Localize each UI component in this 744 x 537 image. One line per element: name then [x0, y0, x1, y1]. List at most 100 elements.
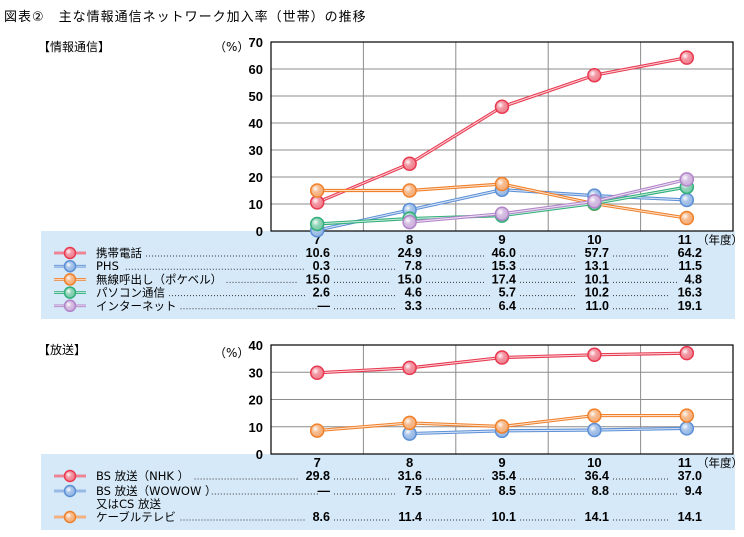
data-point: [402, 360, 417, 376]
data-point-shine: [681, 422, 693, 435]
x-tick-label: 8: [406, 455, 413, 470]
data-value: 4.6: [405, 286, 422, 300]
data-point: [679, 172, 695, 187]
legend-marker: [63, 484, 77, 498]
data-value: 46.0: [492, 246, 516, 260]
data-point-shine: [403, 158, 416, 170]
data-value: 10.6: [306, 246, 330, 260]
data-point-shine: [681, 409, 693, 422]
y-tick-label: 30: [249, 365, 263, 380]
data-value: 24.9: [398, 246, 422, 260]
data-point-shine: [588, 69, 601, 81]
data-point-shine: [496, 101, 508, 113]
legend-marker-shine: [65, 301, 75, 311]
data-value: 16.3: [678, 286, 702, 300]
data-point: [587, 194, 602, 209]
data-point: [494, 419, 510, 434]
data-point-shine: [681, 194, 693, 206]
data-value: 10.2: [585, 286, 609, 300]
data-value: 6.4: [499, 299, 516, 313]
data-point: [309, 216, 325, 232]
data-point: [587, 422, 602, 438]
series-label: 無線呼出し（ポケベル）: [96, 272, 222, 286]
y-tick-label: 40: [249, 116, 263, 131]
legend-marker-shine: [65, 486, 75, 496]
data-value: 8.6: [313, 510, 330, 524]
data-point: [679, 192, 695, 208]
data-value: 37.0: [678, 469, 702, 483]
x-axis-unit-label: （年度）: [697, 233, 743, 247]
data-point: [679, 50, 695, 65]
legend-marker: [63, 246, 77, 260]
x-tick-label: 11: [678, 455, 692, 470]
data-point-shine: [496, 351, 508, 364]
legend-marker: [63, 286, 77, 299]
table-row: 携帯電話 10.6 24.9 46.0 57.7 64.2: [54, 246, 702, 260]
data-point-shine: [681, 173, 693, 186]
data-value: 7.8: [405, 259, 422, 273]
data-point-shine: [496, 420, 508, 433]
x-axis-unit-label: （年度）: [697, 456, 743, 470]
data-value: 31.6: [398, 469, 422, 483]
series-label: ケーブルテレビ: [96, 510, 176, 524]
data-value: 19.1: [678, 299, 702, 313]
data-point: [402, 156, 417, 172]
data-point: [309, 365, 325, 381]
x-tick-label: 8: [406, 232, 413, 247]
data-point: [494, 176, 510, 192]
series-label: BS 放送（WOWOW ）: [96, 484, 217, 498]
data-value: 5.7: [499, 286, 516, 300]
series-label: BS 放送（NHK ）: [96, 469, 189, 483]
y-tick-label: 20: [249, 393, 263, 408]
table-row: インターネット — 3.3 6.4 11.0 19.1: [54, 299, 702, 313]
data-value: 0.3: [313, 259, 330, 273]
x-tick-label: 9: [498, 455, 505, 470]
x-tick-label: 11: [678, 232, 692, 247]
x-tick-label: 10: [587, 455, 601, 470]
data-point: [587, 67, 602, 83]
data-value: 64.2: [678, 246, 702, 260]
legend-marker-shine: [65, 471, 75, 481]
data-value: 3.3: [405, 299, 422, 313]
legend-marker-shine: [65, 248, 75, 258]
data-point-shine: [311, 184, 323, 197]
series-label: 携帯電話: [96, 246, 142, 260]
data-value: —: [318, 299, 331, 313]
data-value: —: [318, 484, 331, 498]
series-label: PHS: [96, 259, 119, 273]
data-point: [309, 195, 325, 210]
data-value: 14.1: [678, 510, 702, 524]
legend-marker-shine: [65, 287, 75, 298]
data-point: [679, 421, 695, 436]
data-point: [309, 423, 325, 438]
y-tick-label: 10: [249, 420, 263, 435]
y-tick-label: 20: [249, 170, 263, 185]
data-value: 57.7: [585, 246, 609, 260]
legend-marker-shine: [65, 512, 75, 522]
data-point: [309, 183, 325, 198]
series-label-line2: 又はCS 放送: [96, 497, 161, 511]
data-point-shine: [403, 417, 416, 429]
data-point: [679, 210, 695, 226]
data-point-shine: [403, 216, 416, 228]
data-value: 4.8: [685, 272, 702, 286]
data-point-shine: [311, 424, 323, 437]
data-point: [402, 214, 417, 230]
data-point-shine: [681, 212, 693, 224]
data-value: 29.8: [306, 469, 330, 483]
data-value: 15.0: [398, 272, 422, 286]
data-point-shine: [311, 218, 323, 230]
series-label: パソコン通信: [96, 286, 165, 300]
data-point-shine: [681, 51, 693, 64]
data-value: 14.1: [585, 510, 609, 524]
data-point-shine: [403, 362, 416, 374]
table-row: PHS 0.3 7.8 15.3 13.1 11.5: [54, 259, 702, 273]
x-tick-label: 9: [498, 232, 505, 247]
charts-svg: 0 10 20 30 40 50 60 70 7 8 9 10 11 （年度） 携帯電話 10.6 24.9 46…: [54, 35, 743, 524]
table-row: 無線呼出し（ポケベル） 15.0 15.0 17.4 10.1 4.8: [54, 272, 702, 286]
data-value: 13.1: [585, 259, 609, 273]
data-value: 11.0: [585, 299, 609, 313]
data-point: [402, 415, 417, 431]
legend-marker: [63, 510, 77, 524]
table-row: ケーブルテレビ 8.6 11.4 10.1 14.1 14.1: [54, 510, 702, 524]
